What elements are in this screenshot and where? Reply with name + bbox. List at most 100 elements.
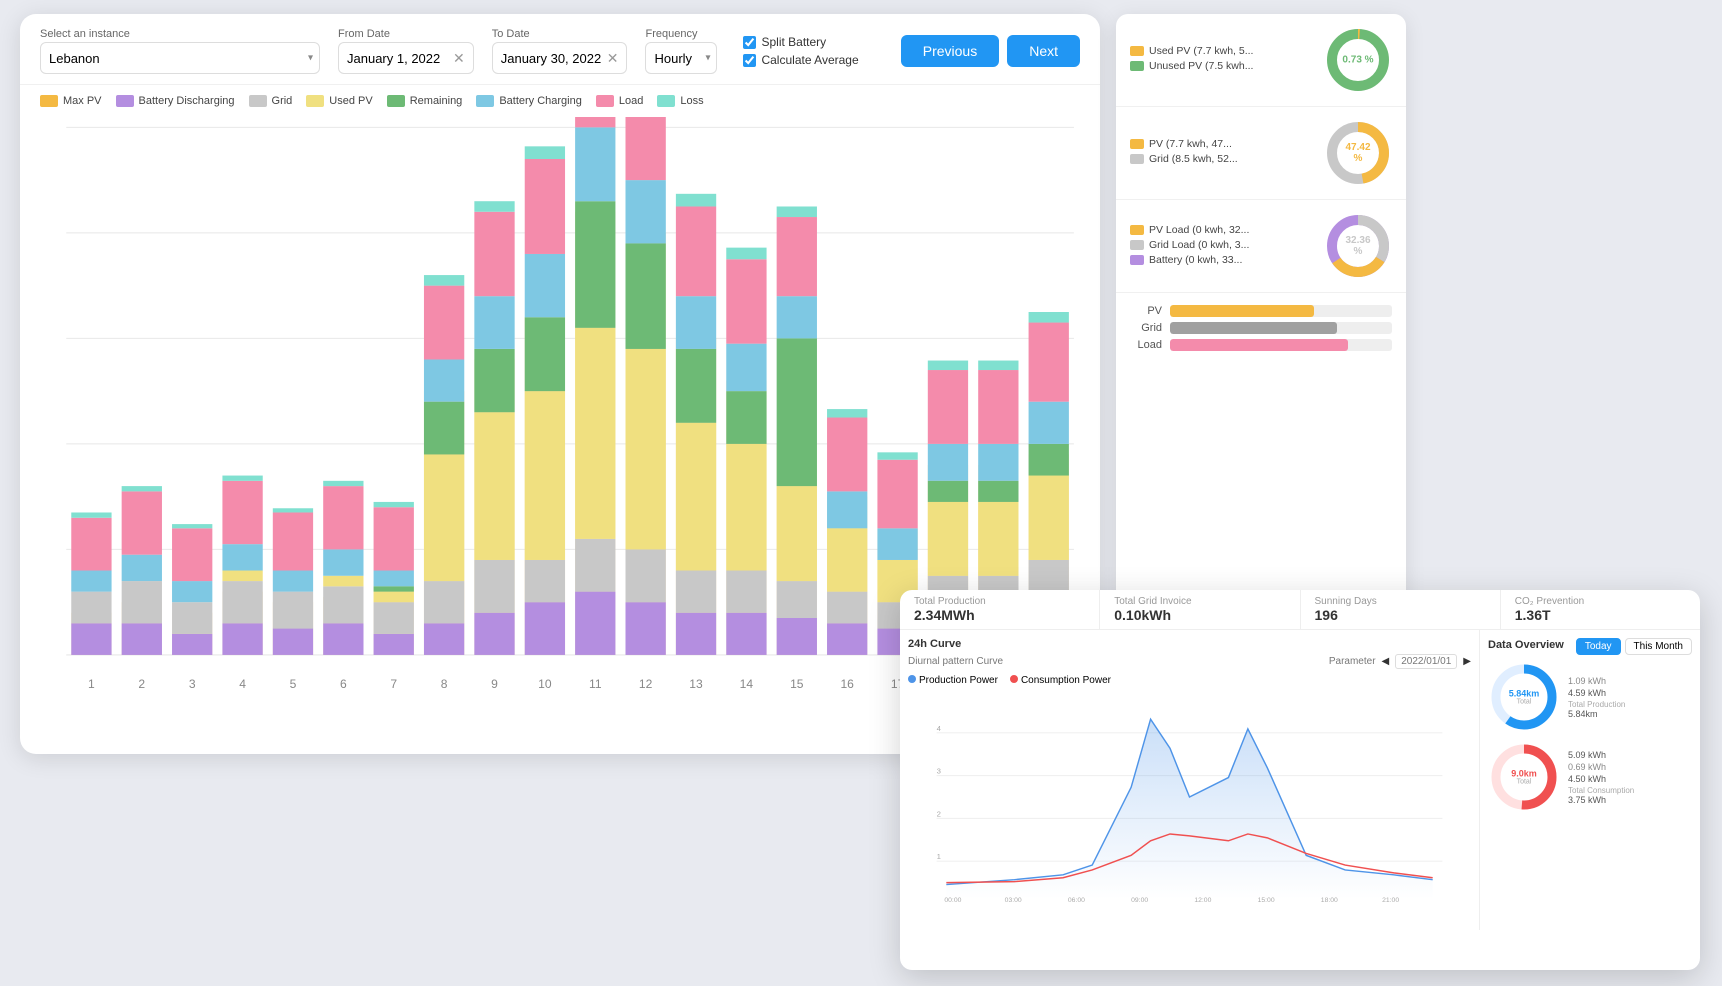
svg-text:2: 2 bbox=[138, 677, 145, 691]
bar-segment bbox=[928, 502, 968, 576]
legend-item-load: Load bbox=[596, 95, 643, 107]
bar-segment bbox=[978, 481, 1018, 502]
calculate-average-row[interactable]: Calculate Average bbox=[743, 53, 858, 67]
panel-section-bars: PV Grid Load bbox=[1116, 293, 1406, 368]
used-pv-color bbox=[1130, 46, 1144, 56]
from-date-clear[interactable]: ✕ bbox=[453, 51, 465, 65]
parameter-label: Parameter ◀ 2022/01/01 ▶ bbox=[1329, 654, 1471, 669]
previous-button[interactable]: Previous bbox=[901, 35, 999, 67]
svg-text:14: 14 bbox=[740, 677, 754, 691]
bar-segment bbox=[676, 296, 716, 349]
bar-segment bbox=[323, 576, 363, 587]
svg-text:4: 4 bbox=[937, 724, 942, 733]
svg-text:00:00: 00:00 bbox=[944, 897, 961, 904]
pvload-label: PV Load (0 kwh, 32... bbox=[1130, 224, 1314, 236]
pvload-text: PV Load (0 kwh, 32... bbox=[1149, 224, 1249, 236]
bar-segment bbox=[726, 571, 766, 613]
legend-item-battery_charging: Battery Charging bbox=[476, 95, 582, 107]
production-overview: 5.84km Total 1.09 kWh 4.59 kWh Total Pro… bbox=[1488, 661, 1692, 733]
svg-text:18:00: 18:00 bbox=[1321, 897, 1338, 904]
consumption-donut: 9.0km Total bbox=[1488, 741, 1560, 813]
legend-color-load bbox=[596, 95, 614, 107]
bar-segment bbox=[978, 502, 1018, 576]
grid-color bbox=[1130, 154, 1144, 164]
split-battery-label: Split Battery bbox=[761, 35, 826, 49]
bar-segment bbox=[525, 146, 565, 159]
bar-segment bbox=[726, 613, 766, 655]
bar-segment bbox=[877, 528, 917, 560]
from-date-input[interactable]: January 1, 2022 bbox=[347, 51, 447, 66]
bar-segment bbox=[222, 544, 262, 570]
bar-segment bbox=[726, 444, 766, 571]
bar-segment bbox=[676, 194, 716, 207]
bar-segment bbox=[877, 452, 917, 459]
date-selector[interactable]: 2022/01/01 bbox=[1395, 654, 1457, 669]
donut-labels-2: PV (7.7 kwh, 47... Grid (8.5 kwh, 52... bbox=[1130, 138, 1314, 168]
from-date-label: From Date bbox=[338, 28, 474, 40]
consumption-legend: Consumption Power bbox=[1010, 675, 1111, 686]
production-stats: 1.09 kWh 4.59 kWh Total Production 5.84k… bbox=[1568, 676, 1625, 719]
bar-segment bbox=[71, 512, 111, 517]
stat-co2: CO₂ Prevention 1.36T bbox=[1501, 590, 1700, 629]
bar-segment bbox=[1029, 476, 1069, 560]
bar-segment bbox=[122, 486, 162, 491]
unused-pv-text: Unused PV (7.5 kwh... bbox=[1149, 60, 1253, 72]
bar-segment bbox=[626, 117, 666, 180]
legend-label-remaining: Remaining bbox=[410, 95, 463, 107]
overview-title: Data Overview bbox=[1488, 639, 1564, 651]
next-button[interactable]: Next bbox=[1007, 35, 1080, 67]
bar-segment bbox=[71, 623, 111, 655]
to-date-clear[interactable]: ✕ bbox=[607, 51, 619, 65]
from-date-control[interactable]: January 1, 2022 ✕ bbox=[338, 42, 474, 74]
bar-segment bbox=[525, 159, 565, 254]
bar-segment bbox=[323, 486, 363, 549]
curve-section: 24h Curve Diurnal pattern Curve Paramete… bbox=[900, 630, 1480, 930]
production-legend: Production Power bbox=[908, 675, 998, 686]
calculate-average-checkbox[interactable] bbox=[743, 54, 756, 67]
battery-color bbox=[1130, 255, 1144, 265]
consumption-overview: 9.0km Total 5.09 kWh 0.69 kWh 4.50 kWh T… bbox=[1488, 741, 1692, 813]
grid-bar-row: Grid bbox=[1130, 322, 1392, 334]
battery-text: Battery (0 kwh, 33... bbox=[1149, 254, 1242, 266]
load-bar-fill bbox=[1170, 339, 1348, 351]
gridload-text: Grid Load (0 kwh, 3... bbox=[1149, 239, 1249, 251]
bar-segment bbox=[273, 571, 313, 592]
bar-segment bbox=[525, 254, 565, 317]
svg-text:21:00: 21:00 bbox=[1382, 897, 1399, 904]
svg-text:12: 12 bbox=[639, 677, 653, 691]
panel-section-2: PV (7.7 kwh, 47... Grid (8.5 kwh, 52... … bbox=[1116, 107, 1406, 200]
load-bar-row: Load bbox=[1130, 339, 1392, 351]
split-battery-checkbox[interactable] bbox=[743, 36, 756, 49]
bar-segment bbox=[978, 370, 1018, 444]
svg-text:11: 11 bbox=[589, 677, 602, 691]
legend-item-grid: Grid bbox=[249, 95, 293, 107]
bar-segment bbox=[222, 581, 262, 623]
tab-today[interactable]: Today bbox=[1576, 638, 1621, 655]
bar-segment bbox=[424, 454, 464, 581]
bar-segment bbox=[474, 412, 514, 560]
split-battery-row[interactable]: Split Battery bbox=[743, 35, 858, 49]
stat-grid-value: 0.10kWh bbox=[1114, 607, 1285, 623]
to-date-control[interactable]: January 30, 2022 ✕ bbox=[492, 42, 628, 74]
bar-segment bbox=[374, 602, 414, 634]
instance-select[interactable]: Lebanon bbox=[49, 51, 116, 66]
bar-segment bbox=[424, 359, 464, 401]
to-date-input[interactable]: January 30, 2022 bbox=[501, 51, 601, 66]
frequency-control: Hourly bbox=[645, 42, 717, 74]
frequency-select[interactable]: Hourly bbox=[654, 51, 708, 66]
donut-3: 32.36 % bbox=[1324, 212, 1392, 280]
bar-segment bbox=[726, 248, 766, 260]
grid-bar-fill bbox=[1170, 322, 1337, 334]
donut-3-text: 32.36 % bbox=[1341, 235, 1375, 257]
bar-segment bbox=[777, 217, 817, 296]
svg-text:8: 8 bbox=[441, 677, 448, 691]
bar-segment bbox=[676, 206, 716, 296]
bar-segment bbox=[1029, 402, 1069, 444]
bar-segment bbox=[525, 317, 565, 391]
grid-label: Grid (8.5 kwh, 52... bbox=[1130, 153, 1314, 165]
bar-segment bbox=[928, 444, 968, 481]
svg-text:15: 15 bbox=[790, 677, 804, 691]
tab-month[interactable]: This Month bbox=[1625, 638, 1692, 655]
svg-text:15:00: 15:00 bbox=[1258, 897, 1275, 904]
bar-segment bbox=[172, 634, 212, 655]
